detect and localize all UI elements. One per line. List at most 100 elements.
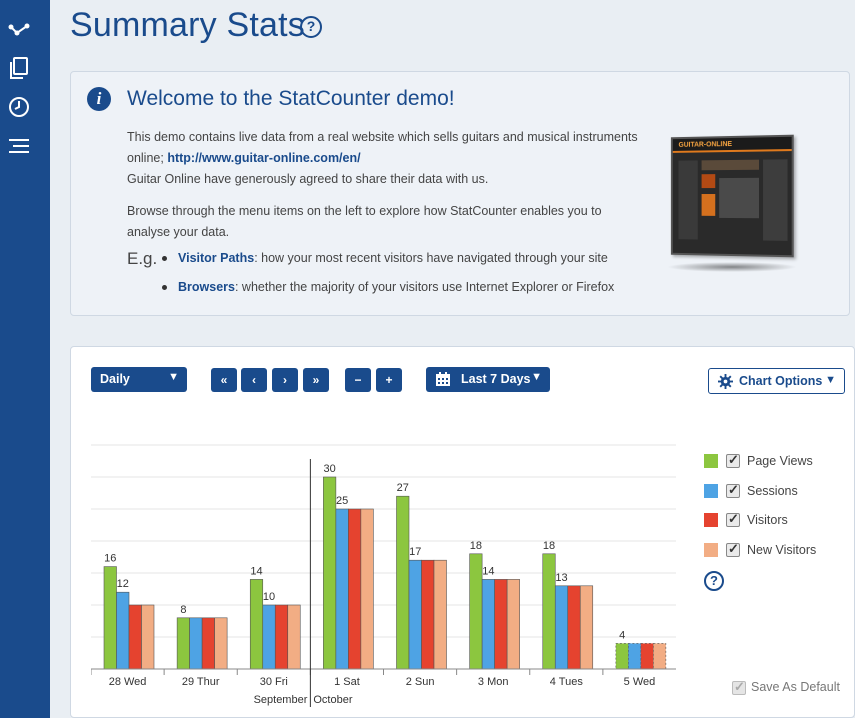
data-label: 13: [555, 572, 567, 584]
bar: [481, 579, 495, 670]
welcome-title: Welcome to the StatCounter demo!: [127, 87, 455, 110]
bar: [567, 585, 581, 670]
save-default-checkbox[interactable]: [732, 679, 746, 695]
zoom-out-button[interactable]: −: [345, 368, 371, 392]
bar: [348, 508, 362, 670]
save-default-label: Save As Default: [751, 680, 840, 694]
bullet-visitor-paths: Visitor Paths: how your most recent visi…: [162, 251, 608, 265]
legend-checkbox[interactable]: [726, 541, 740, 557]
zoom-in-button[interactable]: +: [376, 368, 402, 392]
welcome-line-4: Browse through the menu items on the lef…: [127, 204, 602, 218]
bullet-text: : how your most recent visitors have nav…: [254, 251, 608, 265]
welcome-line-5: analyse your data.: [127, 225, 230, 239]
legend-label: Sessions: [747, 484, 798, 498]
bar: [542, 553, 556, 670]
info-icon: i: [87, 87, 111, 111]
data-label: 25: [336, 495, 348, 507]
legend-help-icon[interactable]: ?: [704, 571, 724, 591]
chart-panel: Daily ▼ « ‹ › » − + Last 7 Days ▼ Chart …: [70, 346, 855, 718]
bar: [103, 566, 117, 670]
data-label: 12: [117, 578, 129, 590]
recent-activity-icon[interactable]: [8, 96, 30, 118]
bar: [201, 617, 215, 670]
legend-label: Page Views: [747, 454, 813, 468]
last-button[interactable]: »: [303, 368, 329, 392]
bar: [653, 643, 667, 670]
bar: [469, 553, 483, 670]
bar: [408, 559, 422, 670]
bar: [615, 643, 629, 670]
month-label: October: [313, 694, 352, 706]
bar: [249, 579, 264, 670]
bar: [579, 585, 594, 670]
x-tick-label: 2 Sun: [406, 676, 435, 688]
site-link[interactable]: http://www.guitar-online.com/en/: [167, 151, 360, 165]
x-tick-label: 5 Wed: [624, 676, 656, 688]
bar: [628, 643, 642, 670]
date-range-select[interactable]: Last 7 Days ▼: [426, 367, 550, 392]
month-label: September: [254, 694, 308, 706]
legend-label: Visitors: [747, 513, 788, 527]
previous-button[interactable]: ‹: [241, 368, 267, 392]
bar: [335, 508, 349, 670]
chevron-down-icon: ▼: [825, 374, 836, 386]
data-label: 27: [397, 482, 409, 494]
data-label: 14: [482, 565, 494, 577]
preview-logo: GUITAR-ONLINE: [678, 140, 733, 149]
welcome-panel: i Welcome to the StatCounter demo! This …: [70, 71, 850, 316]
bar: [214, 617, 228, 670]
x-tick-label: 4 Tues: [550, 676, 584, 688]
x-tick-label: 1 Sat: [334, 676, 360, 688]
period-select[interactable]: Daily ▼: [91, 367, 187, 392]
bar: [640, 643, 654, 670]
legend-checkbox[interactable]: [726, 511, 740, 527]
data-label: 4: [619, 629, 625, 641]
eg-label: E.g.: [127, 249, 158, 268]
bar: [506, 579, 520, 670]
sidebar: [0, 0, 50, 718]
bar: [287, 604, 301, 670]
data-label: 18: [543, 540, 555, 552]
bullet-text: : whether the majority of your visitors …: [234, 280, 615, 294]
legend-label: New Visitors: [747, 543, 817, 557]
preview-shadow: [667, 262, 797, 272]
bar: [176, 617, 190, 670]
legend-swatch: [704, 513, 718, 527]
legend-checkbox[interactable]: [726, 482, 740, 498]
data-label: 30: [324, 463, 336, 475]
first-button[interactable]: «: [211, 368, 237, 392]
chevron-down-icon: ▼: [531, 371, 542, 383]
bar: [433, 559, 447, 670]
bar: [141, 604, 155, 670]
bar: [323, 476, 337, 670]
visitor-paths-link[interactable]: Visitor Paths: [178, 251, 254, 265]
welcome-line-1: This demo contains live data from a real…: [127, 130, 638, 144]
data-label: 18: [470, 540, 482, 552]
bar: [494, 579, 508, 670]
browsers-link[interactable]: Browsers: [178, 280, 235, 294]
x-tick-label: 30 Fri: [260, 676, 288, 688]
bar: [262, 604, 276, 670]
pages-icon[interactable]: [8, 57, 30, 79]
help-icon[interactable]: ?: [300, 16, 322, 38]
legend-swatch: [704, 484, 718, 498]
visitor-paths-icon[interactable]: [8, 18, 30, 40]
bar: [421, 559, 435, 670]
bar: [128, 604, 142, 670]
data-label: 14: [250, 565, 262, 577]
welcome-line-2: online; http://www.guitar-online.com/en/: [127, 148, 361, 169]
x-tick-label: 28 Wed: [109, 676, 147, 688]
bullet-browsers: Browsers: whether the majority of your v…: [162, 280, 614, 294]
welcome-line-2-prefix: online;: [127, 151, 168, 165]
menu-icon[interactable]: [8, 136, 30, 158]
bullet-dot: [162, 285, 167, 291]
welcome-line-3: Guitar Online have generously agreed to …: [127, 172, 489, 186]
legend-checkbox[interactable]: [726, 452, 740, 468]
chevron-down-icon: ▼: [168, 371, 179, 383]
data-label: 16: [104, 553, 116, 565]
legend-swatch: [704, 454, 718, 468]
chart-options-button[interactable]: Chart Options ▼: [708, 368, 845, 394]
bar: [274, 604, 289, 670]
page-title: Summary Stats: [70, 6, 305, 44]
next-button[interactable]: ›: [272, 368, 298, 392]
